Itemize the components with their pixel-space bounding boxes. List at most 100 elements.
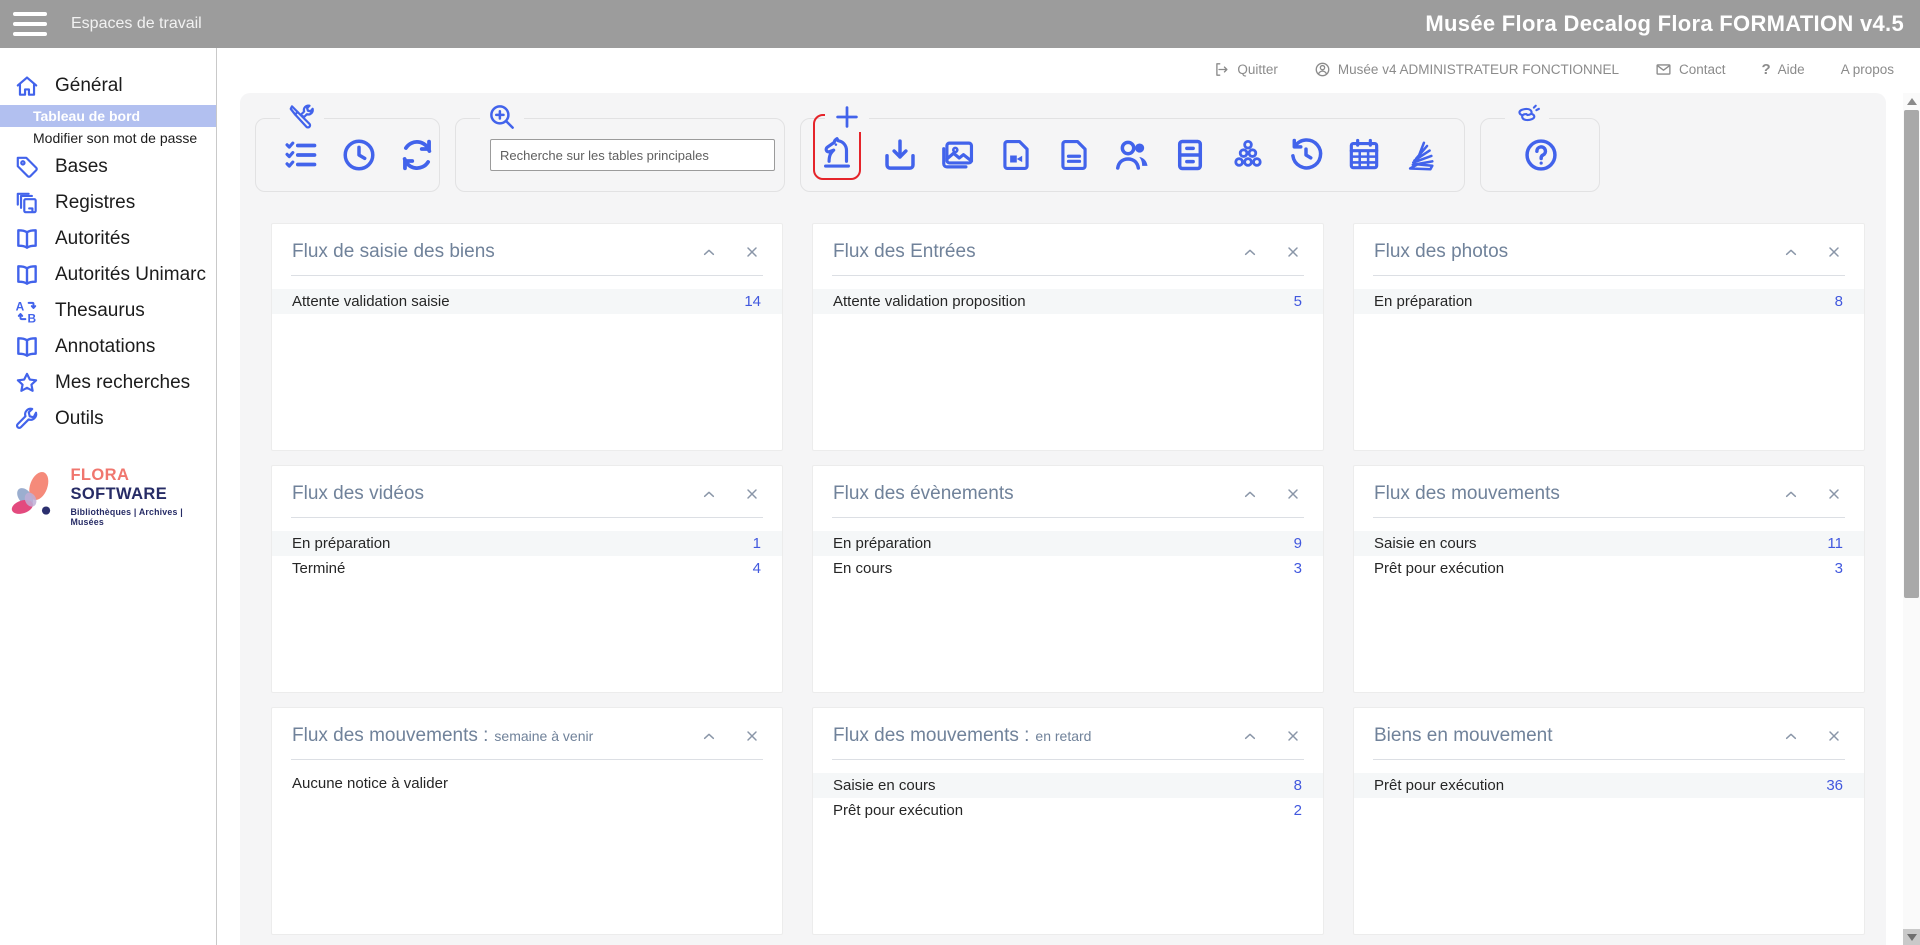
close-button[interactable] [744, 486, 760, 502]
main-content: Flux de saisie des biens Attente validati… [240, 93, 1886, 945]
table-row[interactable]: Attente validation proposition5 [813, 289, 1323, 314]
table-row[interactable]: En cours3 [813, 556, 1323, 581]
toolbar-button-cluster[interactable] [1229, 136, 1267, 174]
chevron-up-icon [1783, 244, 1799, 260]
cabinet-icon [1171, 136, 1209, 174]
vertical-scrollbar[interactable] [1903, 93, 1920, 945]
table-row[interactable]: Saisie en cours11 [1354, 531, 1864, 556]
toolbar-button-knight[interactable] [818, 132, 856, 170]
toolbar-button-image[interactable] [939, 136, 977, 174]
scrollbar-thumb[interactable] [1904, 110, 1919, 598]
sidebar-item-tableau-de-bord[interactable]: Tableau de bord [0, 105, 216, 127]
table-row[interactable]: En préparation9 [813, 531, 1323, 556]
sidebar-item-mes-recherches[interactable]: Mes recherches [0, 365, 216, 401]
table-row[interactable]: Prêt pour exécution36 [1354, 773, 1864, 798]
sidebar-item-general[interactable]: Général [0, 68, 216, 104]
sidebar-item-outils[interactable]: Outils [0, 401, 216, 437]
row-label: Attente validation saisie [292, 293, 450, 310]
collapse-button[interactable] [1783, 486, 1799, 502]
collapse-button[interactable] [701, 486, 717, 502]
row-value: 4 [753, 560, 761, 577]
chevron-up-icon [701, 244, 717, 260]
row-label: Saisie en cours [1374, 535, 1477, 552]
sidebar-item-autorites[interactable]: Autorités [0, 221, 216, 257]
person-circle-icon [1314, 61, 1331, 78]
question-icon: ? [1762, 61, 1771, 78]
quit-button[interactable]: Quitter [1213, 61, 1278, 78]
toolbar-button-users[interactable] [1113, 136, 1151, 174]
document-icon [1055, 136, 1093, 174]
collapse-button[interactable] [1783, 728, 1799, 744]
collapse-button[interactable] [701, 244, 717, 260]
sidebar-item-annotations[interactable]: Annotations [0, 329, 216, 365]
table-row[interactable]: En préparation8 [1354, 289, 1864, 314]
table-row[interactable]: Prêt pour exécution3 [1354, 556, 1864, 581]
wrench-icon [14, 406, 40, 432]
card-title: Flux des mouvements :semaine à venir [292, 725, 593, 747]
close-button[interactable] [1285, 244, 1301, 260]
sidebar-item-registres[interactable]: Registres [0, 185, 216, 221]
card-header: Flux des photos [1354, 224, 1864, 275]
chevron-up-icon [1242, 486, 1258, 502]
close-button[interactable] [1285, 728, 1301, 744]
toolbar-button-import[interactable] [881, 136, 919, 174]
help-button[interactable]: ? Aide [1762, 61, 1805, 78]
table-row[interactable]: Terminé4 [272, 556, 782, 581]
chevron-up-icon [1783, 486, 1799, 502]
sidebar-item-thesaurus[interactable]: Thesaurus [0, 293, 216, 329]
card-header: Flux de saisie des biens [272, 224, 782, 275]
chevron-up-icon [1242, 244, 1258, 260]
row-value: 3 [1294, 560, 1302, 577]
table-row[interactable]: En préparation1 [272, 531, 782, 556]
card-rows: Prêt pour exécution36 [1354, 773, 1864, 798]
close-button[interactable] [744, 244, 760, 260]
toolbar-group-4 [1480, 118, 1600, 192]
table-row[interactable]: Saisie en cours8 [813, 773, 1323, 798]
close-button[interactable] [744, 728, 760, 744]
collapse-button[interactable] [1242, 486, 1258, 502]
close-button[interactable] [1826, 244, 1842, 260]
collapse-button[interactable] [1783, 244, 1799, 260]
card-header: Biens en mouvement [1354, 708, 1864, 759]
card-title: Flux des Entrées [833, 241, 976, 263]
card-controls [1783, 486, 1842, 502]
toolbar-button-clock[interactable] [340, 136, 378, 174]
contact-button[interactable]: Contact [1655, 61, 1726, 78]
sidebar-item-autorites-unimarc[interactable]: Autorités Unimarc [0, 257, 216, 293]
card-divider [832, 275, 1304, 276]
close-button[interactable] [1826, 486, 1842, 502]
toolbar-button-checklist[interactable] [282, 136, 320, 174]
close-button[interactable] [1285, 486, 1301, 502]
about-button[interactable]: A propos [1841, 62, 1894, 77]
toolbar-button-fanned-documents[interactable] [1403, 136, 1441, 174]
toolbar-button-question-circle[interactable] [1522, 136, 1560, 174]
close-button[interactable] [1826, 728, 1842, 744]
scroll-up-arrow-icon[interactable] [1903, 93, 1920, 109]
current-user[interactable]: Musée v4 ADMINISTRATEUR FONCTIONNEL [1314, 61, 1619, 78]
star-icon [14, 370, 40, 396]
toolbar-button-cabinet[interactable] [1171, 136, 1209, 174]
sidebar-item-label: Autorités Unimarc [55, 264, 206, 286]
row-label: Attente validation proposition [833, 293, 1026, 310]
card-title-suffix: semaine à venir [494, 728, 593, 744]
row-value: 2 [1294, 802, 1302, 819]
row-value: 9 [1294, 535, 1302, 552]
collapse-button[interactable] [701, 728, 717, 744]
menu-icon[interactable] [13, 12, 47, 36]
table-row[interactable]: Attente validation saisie 14 [272, 289, 782, 314]
toolbar-button-refresh[interactable] [398, 136, 436, 174]
row-value: 14 [744, 293, 761, 310]
card-rows: En préparation8 [1354, 289, 1864, 314]
table-row[interactable]: Prêt pour exécution2 [813, 798, 1323, 823]
sidebar-item-modifier-son-mot-de-passe[interactable]: Modifier son mot de passe [0, 128, 216, 148]
toolbar-button-document[interactable] [1055, 136, 1093, 174]
sidebar-item-bases[interactable]: Bases [0, 149, 216, 185]
scroll-down-arrow-icon[interactable] [1903, 929, 1920, 945]
toolbar-button-video-file[interactable] [997, 136, 1035, 174]
collapse-button[interactable] [1242, 728, 1258, 744]
search-input[interactable] [490, 139, 775, 171]
toolbar-button-history[interactable] [1287, 136, 1325, 174]
toolbar-button-table[interactable] [1345, 136, 1383, 174]
collapse-button[interactable] [1242, 244, 1258, 260]
thesaurus-icon [14, 298, 40, 324]
